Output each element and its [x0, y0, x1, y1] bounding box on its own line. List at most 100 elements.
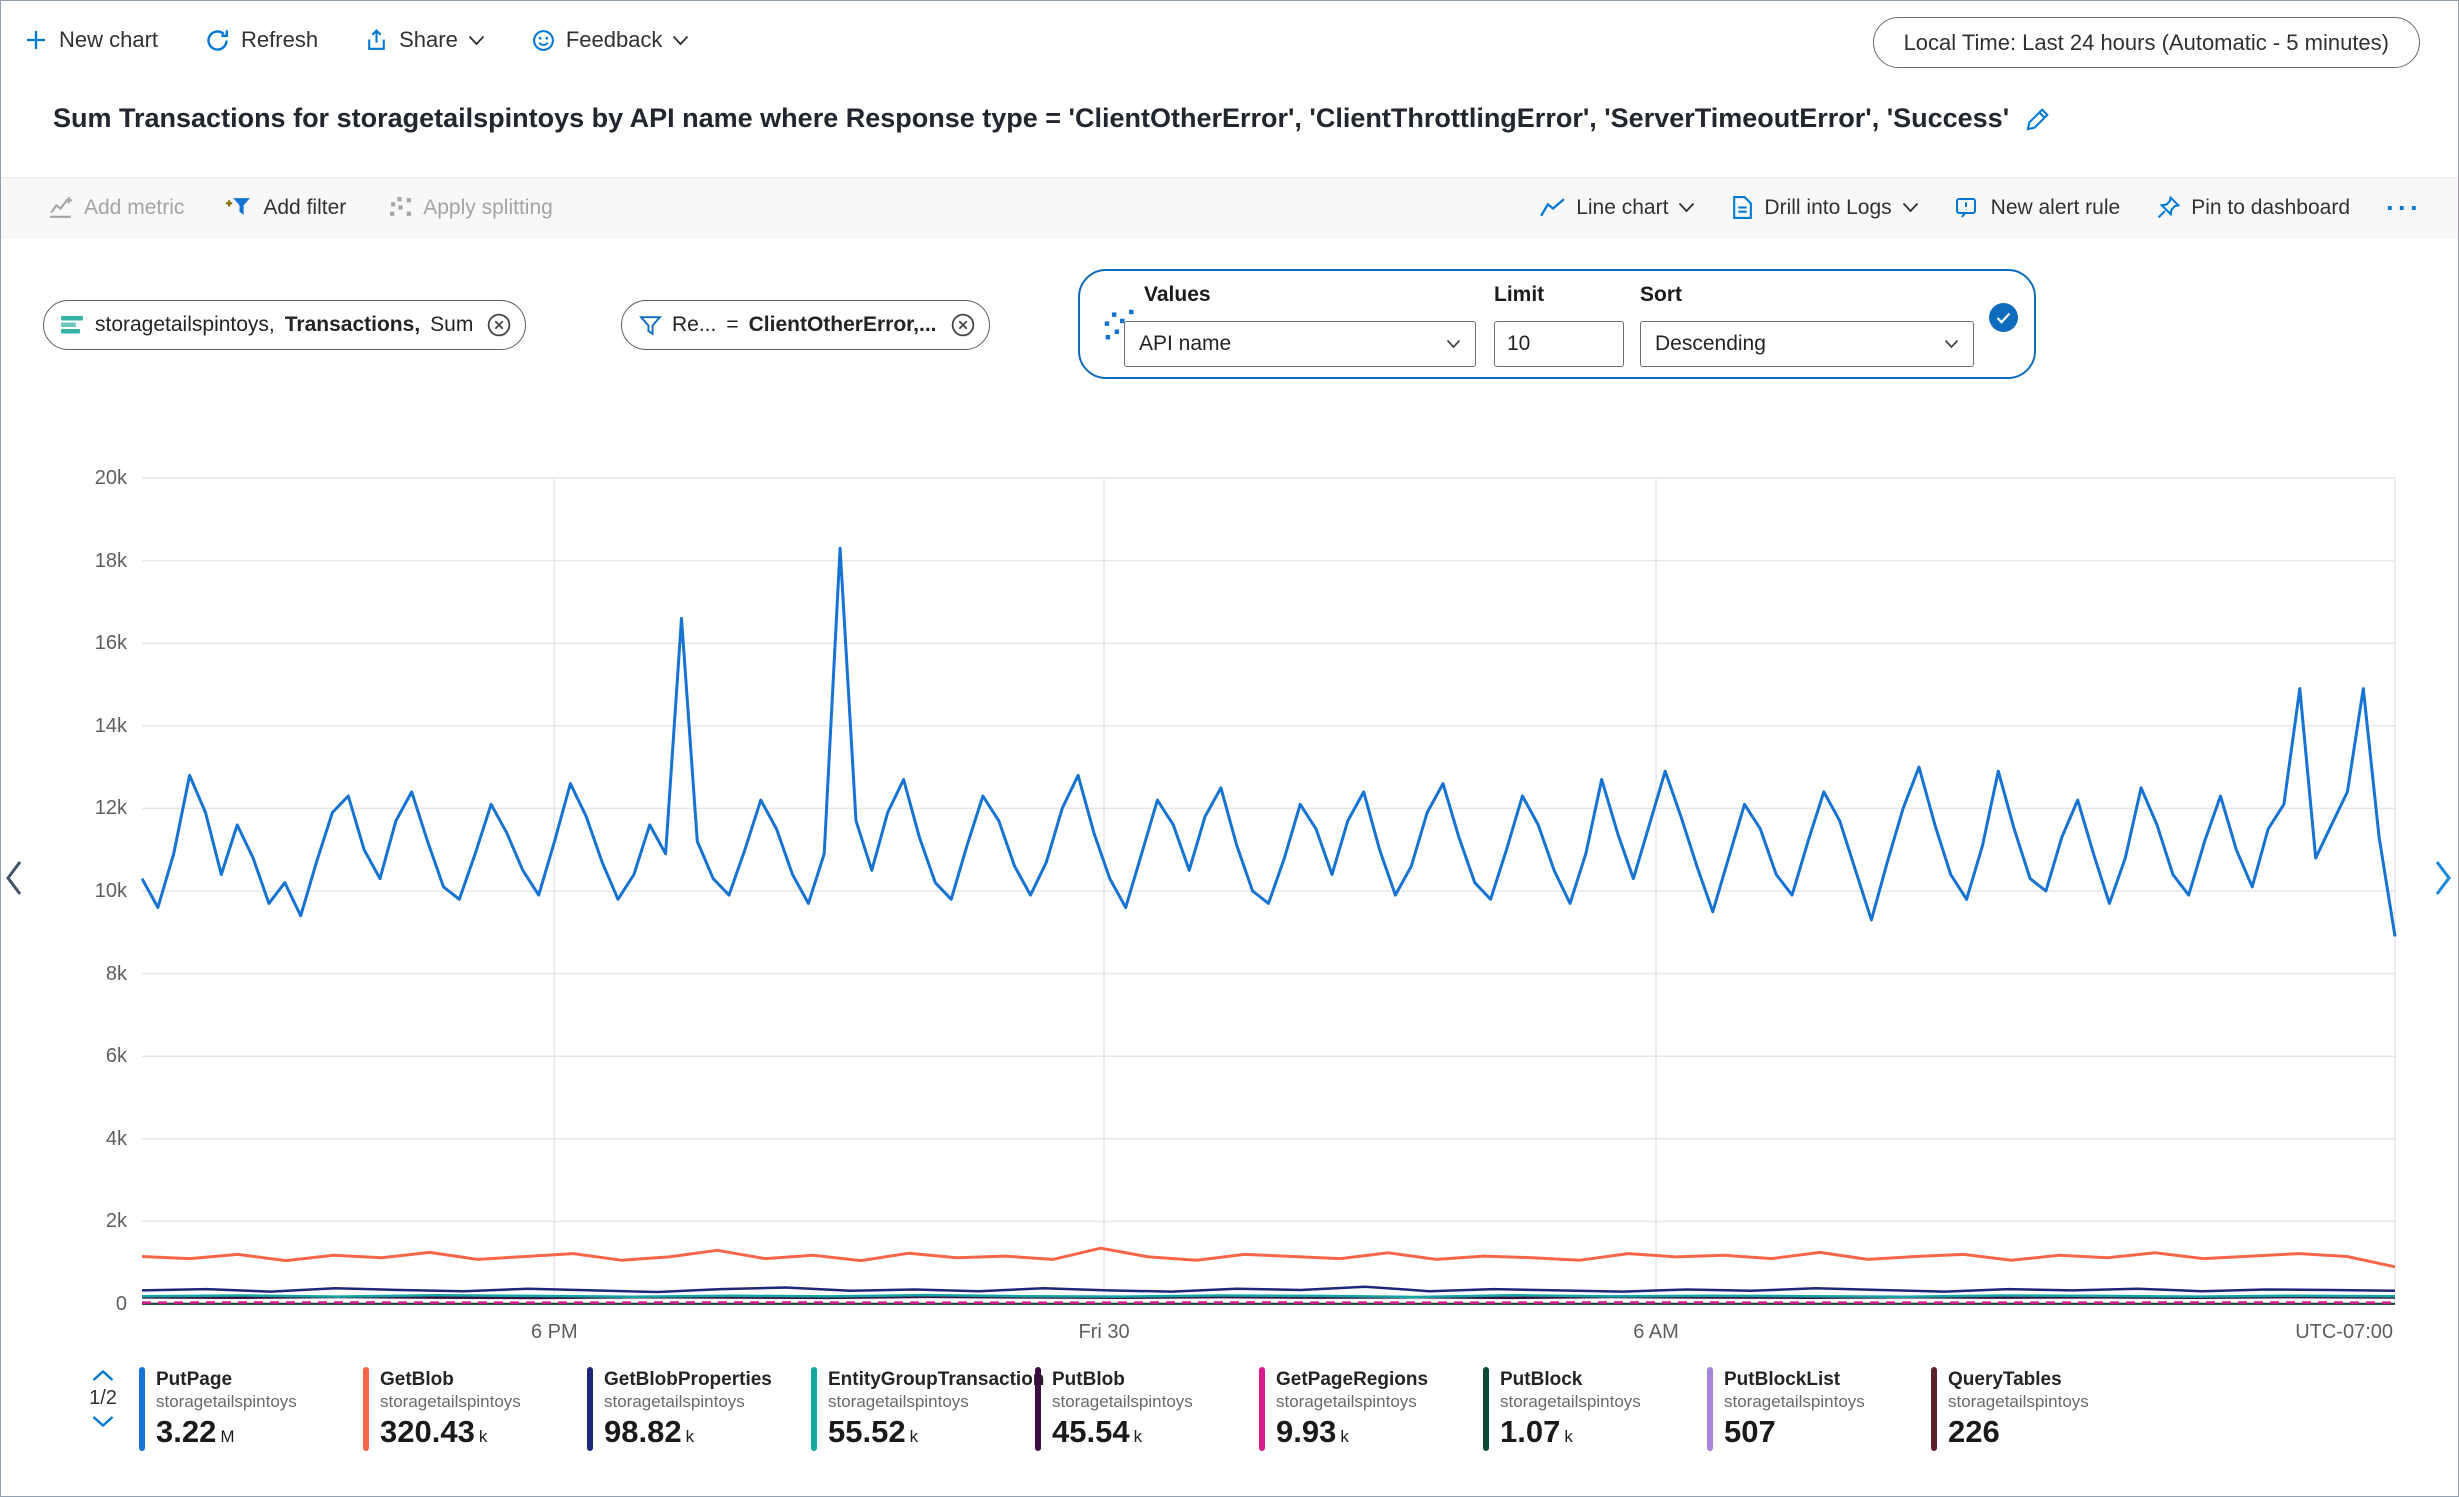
legend-item-GetPageRegions[interactable]: GetPageRegionsstoragetailspintoys9.93k — [1259, 1367, 1483, 1455]
chevron-down-icon — [1446, 339, 1461, 349]
legend-color-bar — [139, 1367, 145, 1451]
legend-item-PutPage[interactable]: PutPagestoragetailspintoys3.22M — [139, 1367, 363, 1455]
chart-next-button[interactable] — [2432, 858, 2454, 903]
smiley-icon — [531, 28, 556, 53]
refresh-label: Refresh — [241, 27, 318, 53]
x-axis-label: 6 PM — [531, 1321, 578, 1344]
metric-pill-metric: Transactions, — [285, 313, 420, 337]
legend-item-QueryTables[interactable]: QueryTablesstoragetailspintoys226 — [1931, 1367, 2155, 1455]
series-line-GetBlob — [142, 1248, 2395, 1267]
legend-series-value: 226 — [1948, 1413, 2089, 1450]
legend-color-bar — [1259, 1367, 1265, 1451]
legend-series-scope: storagetailspintoys — [1724, 1391, 1865, 1412]
drill-into-logs-icon — [1731, 195, 1754, 220]
edit-title-icon[interactable] — [2025, 105, 2052, 132]
legend-item-GetBlob[interactable]: GetBlobstoragetailspintoys320.43k — [363, 1367, 587, 1455]
legend-color-bar — [587, 1367, 593, 1451]
filter-pill-value: ClientOtherError,... — [749, 313, 937, 337]
share-label: Share — [399, 27, 458, 53]
legend-series-value: 507 — [1724, 1413, 1865, 1450]
add-filter-label: Add filter — [263, 196, 346, 220]
y-axis-label: 4k — [7, 1127, 127, 1151]
apply-splitting-button: Apply splitting — [388, 195, 553, 220]
series-line-PutPage — [142, 548, 2395, 936]
top-toolbar: New chart Refresh Share Feedback Local T… — [1, 1, 2458, 79]
alert-icon — [1955, 196, 1981, 220]
drill-into-logs-dropdown[interactable]: Drill into Logs — [1731, 195, 1918, 220]
legend-series-value: 3.22M — [156, 1413, 297, 1455]
share-icon — [364, 28, 389, 53]
apply-splitting-label: Apply splitting — [423, 196, 553, 220]
y-axis-label: 0 — [7, 1292, 127, 1316]
funnel-icon — [639, 315, 662, 336]
legend-series-name: PutBlockList — [1724, 1368, 1865, 1391]
legend-item-PutBlob[interactable]: PutBlobstoragetailspintoys45.54k — [1035, 1367, 1259, 1455]
legend-color-bar — [1483, 1367, 1489, 1451]
apply-split-check-button[interactable] — [1989, 303, 2018, 332]
legend-item-EntityGroupTransaction[interactable]: EntityGroupTransactionstoragetailspintoy… — [811, 1367, 1035, 1455]
y-axis-label: 14k — [7, 714, 127, 738]
legend-item-PutBlock[interactable]: PutBlockstoragetailspintoys1.07k — [1483, 1367, 1707, 1455]
filter-pill[interactable]: Re... = ClientOtherError,... — [621, 300, 990, 350]
legend-series-name: PutPage — [156, 1368, 297, 1391]
chart-toolbar-right: Line chart Drill into Logs New alert rul… — [1539, 195, 2422, 220]
legend-series-name: GetPageRegions — [1276, 1368, 1428, 1391]
new-chart-button[interactable]: New chart — [23, 27, 158, 53]
y-axis-label: 8k — [7, 962, 127, 986]
sort-selected: Descending — [1655, 332, 1766, 356]
legend-color-bar — [1035, 1367, 1041, 1451]
metric-pill-scope: storagetailspintoys, — [95, 313, 275, 337]
legend-item-PutBlockList[interactable]: PutBlockListstoragetailspintoys507 — [1707, 1367, 1931, 1455]
refresh-button[interactable]: Refresh — [204, 27, 318, 54]
drill-into-logs-label: Drill into Logs — [1764, 196, 1891, 220]
legend-series-scope: storagetailspintoys — [828, 1391, 1044, 1412]
chevron-down-icon — [1944, 339, 1959, 349]
pin-icon — [2156, 195, 2181, 220]
metric-pill[interactable]: storagetailspintoys, Transactions, Sum — [43, 300, 526, 350]
plus-icon — [23, 27, 49, 53]
legend-series-scope: storagetailspintoys — [1500, 1391, 1641, 1412]
legend-series-value: 9.93k — [1276, 1413, 1428, 1455]
chart-prev-button[interactable] — [3, 858, 25, 903]
chevron-down-icon — [1902, 202, 1919, 213]
legend-series-value: 55.52k — [828, 1413, 1044, 1455]
more-options-button[interactable]: ··· — [2386, 198, 2422, 218]
y-axis-label: 6k — [7, 1044, 127, 1068]
y-axis-label: 2k — [7, 1209, 127, 1233]
feedback-label: Feedback — [566, 27, 663, 53]
y-axis-label: 12k — [7, 796, 127, 820]
time-range-button[interactable]: Local Time: Last 24 hours (Automatic - 5… — [1873, 17, 2420, 68]
add-filter-button[interactable]: Add filter — [226, 195, 346, 220]
filter-pill-field: Re... — [672, 313, 716, 337]
filter-pill-equals: = — [726, 313, 738, 337]
legend-color-bar — [363, 1367, 369, 1451]
limit-input[interactable] — [1494, 321, 1624, 367]
new-alert-rule-button[interactable]: New alert rule — [1955, 196, 2121, 220]
legend-series-value: 98.82k — [604, 1413, 772, 1455]
legend-page-up-button[interactable] — [91, 1369, 115, 1382]
feedback-button[interactable]: Feedback — [531, 27, 690, 53]
remove-filter-icon[interactable] — [949, 311, 977, 339]
legend-series-name: EntityGroupTransaction — [828, 1368, 1044, 1391]
chart-type-dropdown[interactable]: Line chart — [1539, 196, 1695, 220]
time-range-label: Local Time: Last 24 hours (Automatic - 5… — [1904, 30, 2389, 56]
line-chart-icon — [1539, 196, 1566, 219]
sort-label: Sort — [1640, 283, 1682, 307]
timezone-label: UTC-07:00 — [2295, 1321, 2393, 1344]
legend-series-name: PutBlock — [1500, 1368, 1641, 1391]
share-button[interactable]: Share — [364, 27, 485, 53]
pin-to-dashboard-label: Pin to dashboard — [2191, 196, 2350, 220]
metric-pill-aggregation: Sum — [430, 313, 473, 337]
y-axis-label: 16k — [7, 631, 127, 655]
legend-series-name: QueryTables — [1948, 1368, 2089, 1391]
legend-item-GetBlobProperties[interactable]: GetBlobPropertiesstoragetailspintoys98.8… — [587, 1367, 811, 1455]
legend-series-value: 320.43k — [380, 1413, 521, 1455]
legend-series-name: PutBlob — [1052, 1368, 1193, 1391]
legend-page-down-button[interactable] — [91, 1415, 115, 1428]
pin-to-dashboard-button[interactable]: Pin to dashboard — [2156, 195, 2350, 220]
sort-select[interactable]: Descending — [1640, 321, 1974, 367]
values-select[interactable]: API name — [1124, 321, 1476, 367]
remove-metric-icon[interactable] — [485, 311, 513, 339]
legend-page-indicator: 1/2 — [89, 1387, 117, 1410]
legend-series-value: 1.07k — [1500, 1413, 1641, 1455]
